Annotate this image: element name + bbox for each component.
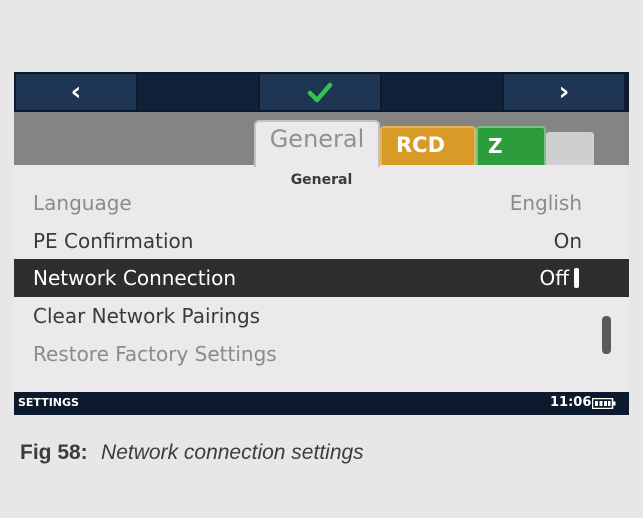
setting-value: Off [539,266,569,290]
tab-rcd[interactable]: RCD [380,126,476,165]
tab-blank[interactable] [546,132,594,165]
device-screen: ‹ › General RCD Z General Language Engli… [14,72,629,415]
setting-pe-confirmation[interactable]: PE Confirmation On [14,222,629,260]
tab-rcd-label: RCD [396,133,446,157]
chevron-right-icon: › [558,77,570,107]
checkmark-icon [307,82,333,103]
forward-button[interactable]: › [504,74,624,110]
back-button[interactable]: ‹ [16,74,136,110]
setting-restore-factory[interactable]: Restore Factory Settings [14,335,629,373]
setting-label: PE Confirmation [33,229,194,253]
status-mode: SETTINGS [18,396,79,409]
setting-label: Restore Factory Settings [33,342,277,366]
status-bar: SETTINGS 11:06 [14,392,629,415]
tab-general-label: General [269,125,365,153]
nav-blank-left [138,74,258,110]
confirm-button[interactable] [260,74,380,110]
caption-text: Network connection settings [101,441,364,464]
chevron-left-icon: ‹ [70,77,82,107]
status-time: 11:06 [550,395,592,410]
scrollbar[interactable] [602,316,611,354]
figure-caption: Fig 58: Network connection settings [20,440,364,465]
setting-label: Network Connection [33,266,237,290]
setting-language[interactable]: Language English [14,184,629,222]
battery-icon [592,398,616,409]
tab-z[interactable]: Z [476,126,546,165]
tab-general[interactable]: General [254,120,380,167]
setting-label: Language [33,191,132,215]
nav-bar: ‹ › [14,72,629,112]
tab-z-label: Z [488,134,503,158]
tab-strip: General RCD Z [14,112,629,167]
setting-network-connection[interactable]: Network Connection Off [14,259,629,297]
setting-value: On [553,229,582,253]
setting-value: English [509,191,582,215]
toggle-indicator[interactable] [574,268,579,288]
setting-clear-network-pairings[interactable]: Clear Network Pairings [14,297,629,335]
caption-figure-number: Fig 58: [20,441,88,464]
nav-blank-right [382,74,502,110]
setting-label: Clear Network Pairings [33,304,261,328]
